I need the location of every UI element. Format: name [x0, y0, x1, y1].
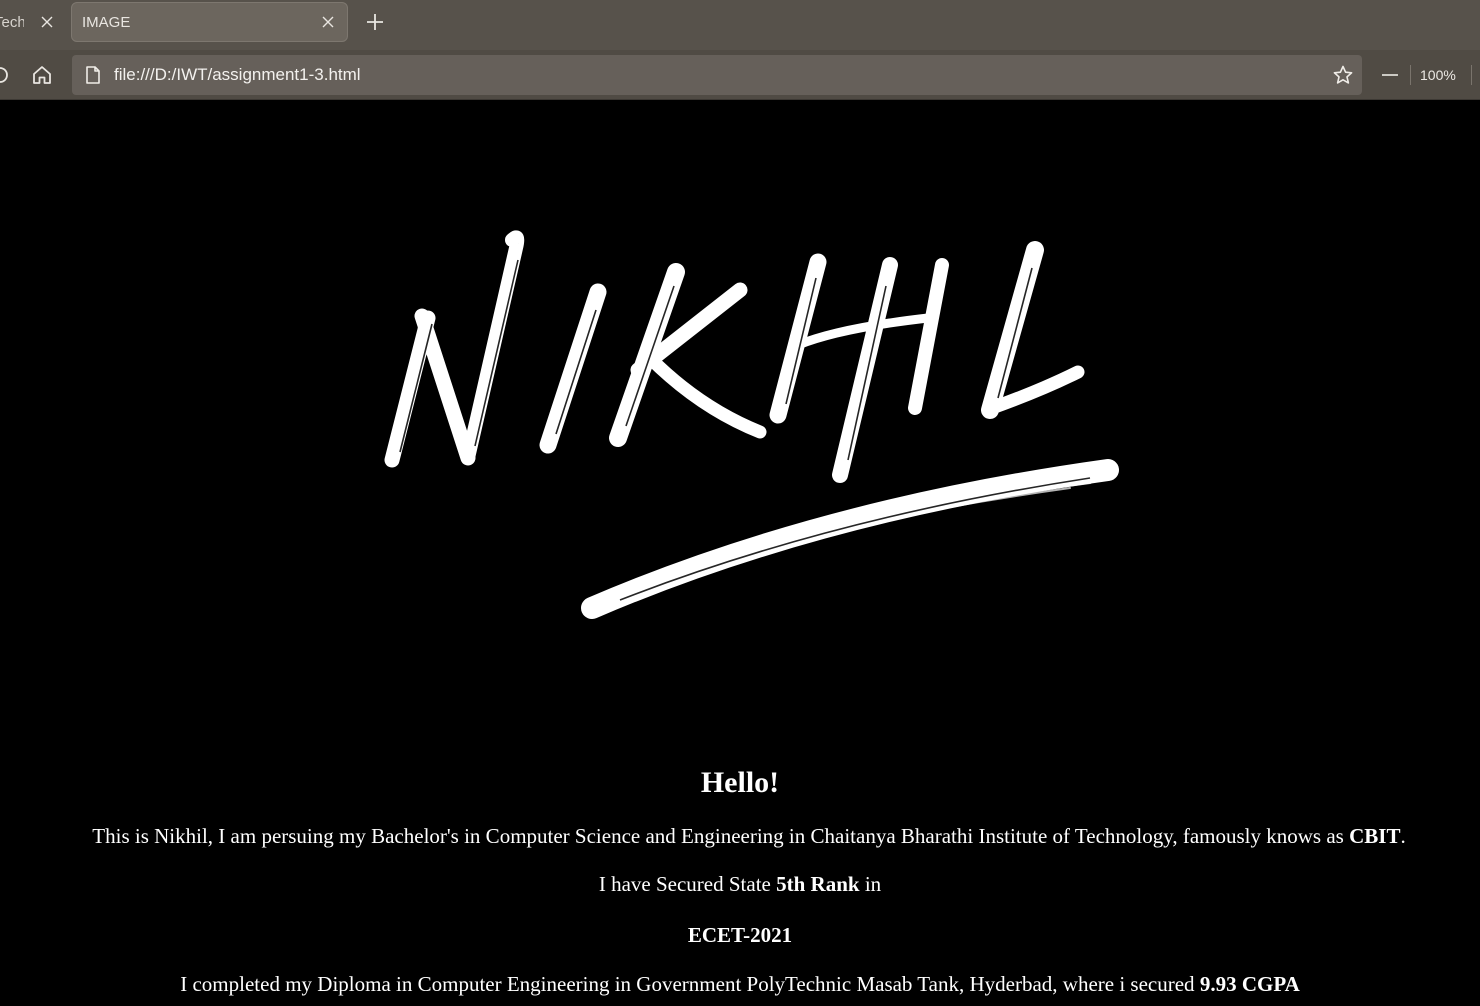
home-icon[interactable] [30, 63, 54, 87]
main-content: Hello! This is Nikhil, I am persuing my … [0, 762, 1480, 997]
address-bar[interactable]: file:///D:/IWT/assignment1-3.html [72, 55, 1362, 95]
close-icon[interactable] [321, 15, 335, 29]
college-abbr: CBIT [1349, 824, 1401, 848]
tab-strip: Technologies IMAGE [0, 0, 1480, 50]
refresh-icon[interactable] [0, 63, 12, 87]
exam-title: ECET-2021 [687, 923, 793, 947]
toolbar: file:///D:/IWT/assignment1-3.html 100% [0, 50, 1480, 100]
nikhil-brush-logo [384, 230, 1119, 619]
rank-value: 5th Rank [776, 872, 860, 896]
page-viewport: Hello! This is Nikhil, I am persuing my … [0, 100, 1480, 1006]
tab-active[interactable]: IMAGE [71, 2, 348, 42]
rank-suffix: in [859, 872, 882, 896]
zoom-out-icon[interactable] [1380, 64, 1400, 86]
divider [1410, 65, 1411, 85]
plus-icon[interactable] [364, 11, 386, 33]
rank-prefix: I have Secured State [598, 872, 777, 896]
address-text[interactable]: file:///D:/IWT/assignment1-3.html [114, 55, 361, 95]
rank-paragraph: I have Secured State 5th Rank in [0, 871, 1480, 897]
page-icon [84, 65, 102, 85]
tab-label: Technologies [0, 13, 24, 31]
divider [1471, 65, 1472, 85]
greeting-heading: Hello! [700, 766, 780, 799]
intro-text: This is Nikhil, I am persuing my Bachelo… [92, 824, 1350, 848]
diploma-text: I completed my Diploma in Computer Engin… [180, 972, 1200, 996]
intro-paragraph: This is Nikhil, I am persuing my Bachelo… [0, 823, 1480, 849]
cgpa-value: 9.93 CGPA [1199, 972, 1300, 996]
tab-previous[interactable]: Technologies [0, 2, 66, 42]
close-icon[interactable] [40, 15, 54, 29]
diploma-paragraph: I completed my Diploma in Computer Engin… [0, 971, 1480, 997]
star-icon[interactable] [1332, 64, 1354, 86]
tab-label: IMAGE [82, 13, 131, 31]
zoom-level[interactable]: 100% [1420, 50, 1456, 100]
intro-suffix: . [1400, 824, 1406, 848]
